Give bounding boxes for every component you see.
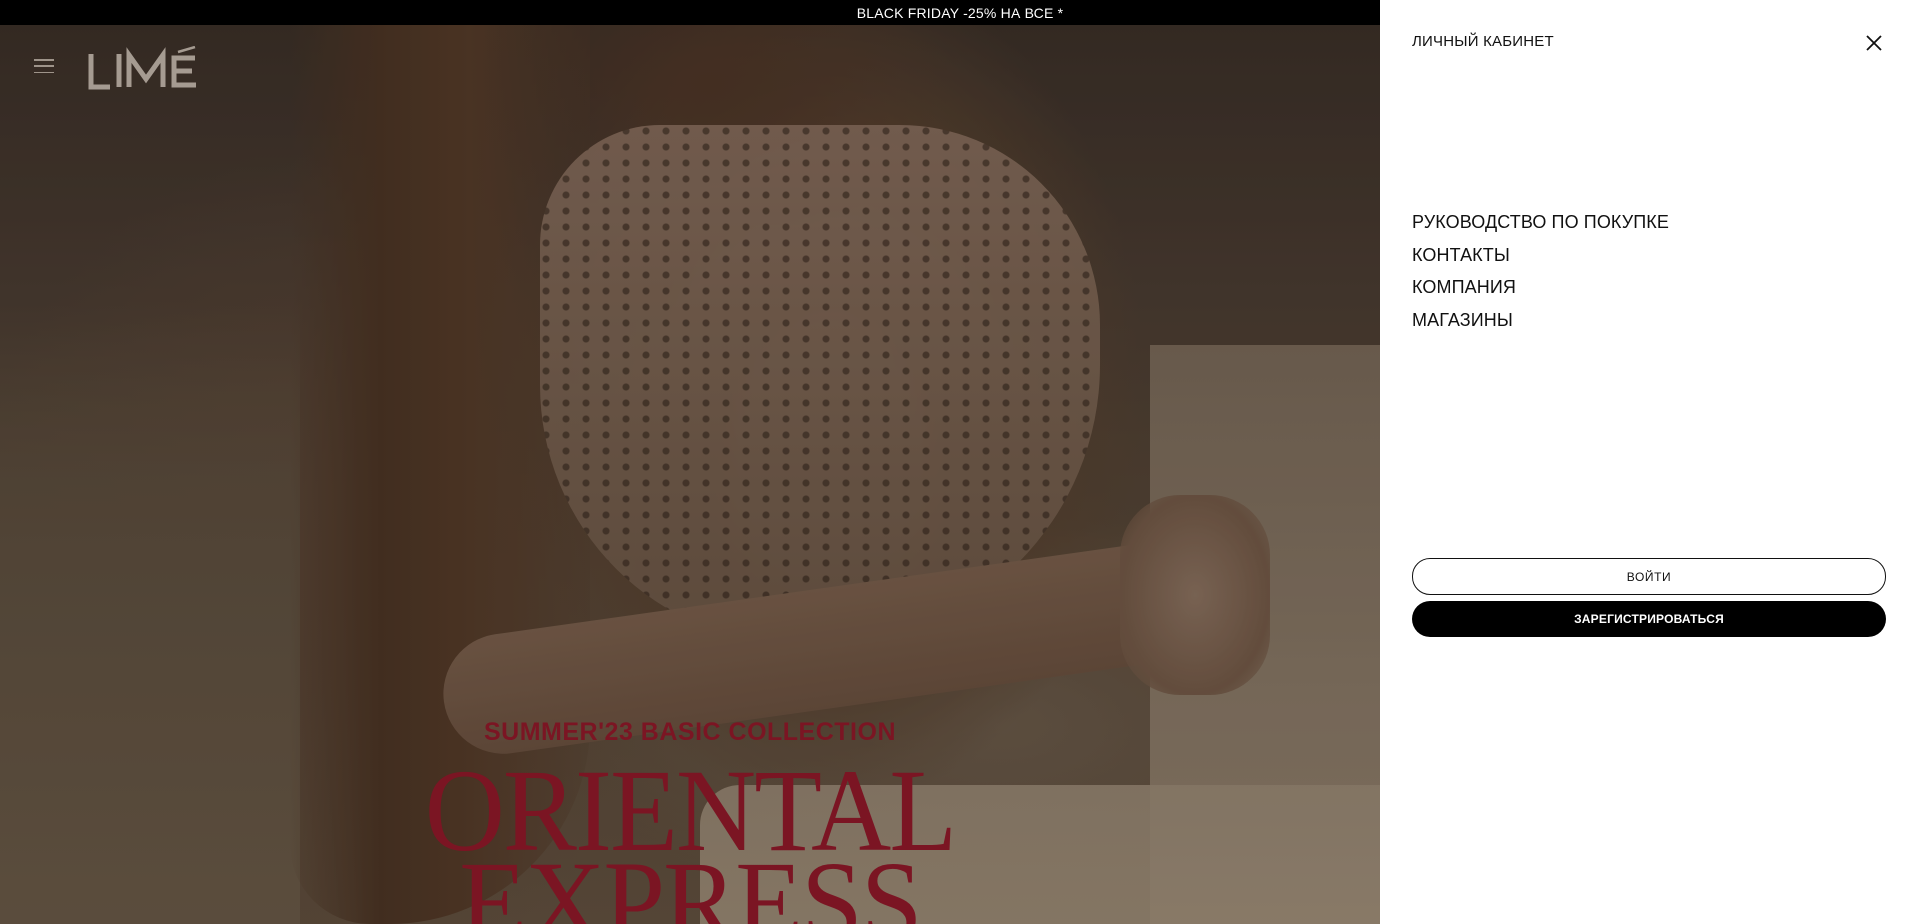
hero-title: ORIENTAL EXPRESS xyxy=(0,752,1380,924)
menu-line xyxy=(34,59,54,61)
drawer-nav-item-stores[interactable]: МАГАЗИНЫ xyxy=(1412,308,1669,341)
close-icon[interactable] xyxy=(1864,33,1884,53)
lime-logo[interactable] xyxy=(88,45,214,92)
lime-logo-mark xyxy=(88,45,196,90)
hero-title-line2: EXPRESS xyxy=(459,837,922,924)
menu-line xyxy=(34,71,54,73)
menu-line xyxy=(34,65,54,67)
hamburger-menu-icon[interactable] xyxy=(34,59,54,73)
close-icon-glyph xyxy=(1866,35,1882,51)
hero-subtitle: SUMMER'23 BASIC COLLECTION xyxy=(483,718,897,746)
account-drawer: ЛИЧНЫЙ КАБИНЕТ РУКОВОДСТВО ПО ПОКУПКЕ КО… xyxy=(1380,0,1920,924)
drawer-nav-item-company[interactable]: КОМПАНИЯ xyxy=(1412,275,1669,308)
drawer-nav: РУКОВОДСТВО ПО ПОКУПКЕ КОНТАКТЫ КОМПАНИЯ… xyxy=(1412,210,1669,340)
hero-banner[interactable]: SUMMER'23 BASIC COLLECTION ORIENTAL EXPR… xyxy=(0,25,1380,924)
drawer-nav-item-contacts[interactable]: КОНТАКТЫ xyxy=(1412,243,1669,276)
register-button[interactable]: ЗАРЕГИСТРИРОВАТЬСЯ xyxy=(1412,601,1886,637)
drawer-nav-item-guide[interactable]: РУКОВОДСТВО ПО ПОКУПКЕ xyxy=(1412,210,1669,243)
drawer-title: ЛИЧНЫЙ КАБИНЕТ xyxy=(1412,33,1554,50)
login-button[interactable]: ВОЙТИ xyxy=(1412,558,1886,595)
